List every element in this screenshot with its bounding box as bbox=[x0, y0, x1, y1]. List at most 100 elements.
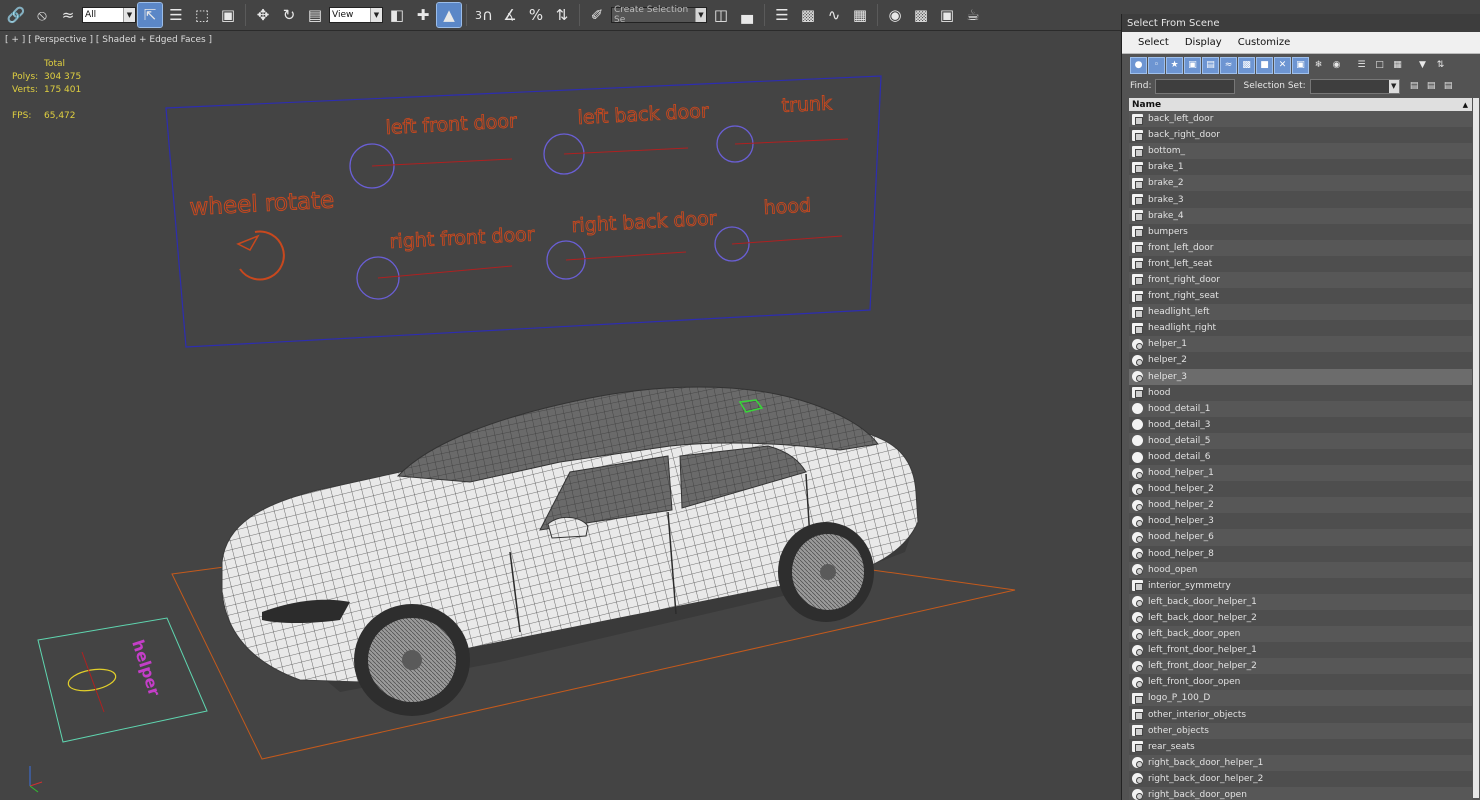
list-item[interactable]: right_back_door_helper_1 bbox=[1129, 754, 1472, 771]
reference-coordinate-dropdown[interactable]: View ▼ bbox=[329, 7, 383, 23]
graphite-ribbon-icon[interactable]: ▩ bbox=[796, 3, 820, 27]
move-icon[interactable]: ✥ bbox=[251, 3, 275, 27]
list-item[interactable]: hood_open bbox=[1129, 561, 1472, 578]
list-item[interactable]: headlight_left bbox=[1129, 304, 1472, 321]
selection-filter-dropdown[interactable]: All ▼ bbox=[82, 7, 136, 23]
list-item[interactable]: hood_detail_6 bbox=[1129, 448, 1472, 466]
display-helpers-icon[interactable]: ▤ bbox=[1202, 56, 1219, 74]
control-hood[interactable] bbox=[714, 226, 843, 262]
list-item[interactable]: helper_2 bbox=[1129, 352, 1472, 369]
list-scrollbar[interactable] bbox=[1473, 98, 1479, 798]
angle-snap-icon[interactable]: ∡ bbox=[498, 3, 522, 27]
layer-manager-icon[interactable]: ☰ bbox=[770, 3, 794, 27]
rotate-icon[interactable]: ↻ bbox=[277, 3, 301, 27]
curve-editor-icon[interactable]: ∿ bbox=[822, 3, 846, 27]
panel-title[interactable]: Select From Scene bbox=[1122, 14, 1480, 32]
list-item[interactable]: hood_helper_3 bbox=[1129, 513, 1472, 530]
list-item[interactable]: other_objects bbox=[1129, 722, 1472, 739]
scale-icon[interactable]: ▤ bbox=[303, 3, 327, 27]
material-editor-icon[interactable]: ◉ bbox=[883, 3, 907, 27]
link-icon[interactable]: 🔗 bbox=[4, 3, 28, 27]
snaps-toggle-icon[interactable]: 3 ∩ bbox=[472, 3, 496, 27]
create-selection-set-icon[interactable]: ▤ bbox=[1406, 78, 1423, 95]
display-lights-icon[interactable]: ★ bbox=[1166, 56, 1183, 74]
select-by-name-icon[interactable]: ☰ bbox=[164, 3, 188, 27]
spinner-snap-icon[interactable]: ⇅ bbox=[550, 3, 574, 27]
filter-icon[interactable]: ▼ bbox=[1414, 57, 1431, 74]
list-item[interactable]: hood_helper_2 bbox=[1129, 481, 1472, 498]
list-item[interactable]: rear_seats bbox=[1129, 738, 1472, 755]
list-item[interactable]: hood bbox=[1129, 384, 1472, 401]
menu-select[interactable]: Select bbox=[1122, 37, 1177, 48]
list-item[interactable]: hood_helper_6 bbox=[1129, 529, 1472, 546]
wheel-rotate-arrow-icon[interactable] bbox=[239, 230, 285, 281]
remove-from-selection-set-icon[interactable]: ▤ bbox=[1440, 78, 1457, 95]
display-all-icon[interactable]: ☰ bbox=[1353, 57, 1370, 74]
label-left-back-door[interactable]: left back door bbox=[577, 100, 710, 130]
perspective-viewport[interactable]: [ + ] [ Perspective ] [ Shaded + Edged F… bbox=[0, 32, 1120, 800]
list-item[interactable]: right_back_door_helper_2 bbox=[1129, 770, 1472, 787]
control-right-front-door[interactable] bbox=[356, 256, 513, 300]
mirror-icon[interactable]: ◫ bbox=[709, 3, 733, 27]
list-item[interactable]: bottom_ bbox=[1129, 143, 1472, 160]
label-hood[interactable]: hood bbox=[763, 194, 812, 219]
list-item[interactable]: front_left_seat bbox=[1129, 255, 1472, 272]
list-item[interactable]: bumpers bbox=[1129, 223, 1472, 240]
list-item[interactable]: hood_detail_3 bbox=[1129, 416, 1472, 433]
render-setup-icon[interactable]: ▩ bbox=[909, 3, 933, 27]
helper-card[interactable] bbox=[37, 617, 208, 743]
named-selection-set-dropdown[interactable]: Create Selection Se ▼ bbox=[611, 5, 707, 25]
display-geometry-icon[interactable]: ● bbox=[1130, 56, 1147, 74]
selection-set-dropdown[interactable]: ▼ bbox=[1309, 78, 1400, 94]
list-item[interactable]: interior_symmetry bbox=[1129, 577, 1472, 594]
list-item[interactable]: right_back_door_open bbox=[1129, 786, 1472, 800]
rendered-frame-window-icon[interactable]: ▣ bbox=[935, 3, 959, 27]
control-trunk[interactable] bbox=[716, 125, 849, 163]
label-wheel-rotate[interactable]: wheel rotate bbox=[188, 187, 335, 222]
menu-display[interactable]: Display bbox=[1177, 37, 1230, 48]
list-item[interactable]: brake_2 bbox=[1129, 175, 1472, 192]
control-left-back-door[interactable] bbox=[543, 133, 689, 175]
display-containers-icon[interactable]: ▣ bbox=[1292, 56, 1309, 74]
list-item[interactable]: front_left_door bbox=[1129, 239, 1472, 256]
label-trunk[interactable]: trunk bbox=[781, 92, 833, 118]
list-item[interactable]: left_back_door_helper_1 bbox=[1129, 593, 1472, 610]
label-left-front-door[interactable]: left front door bbox=[385, 110, 518, 140]
display-frozen-icon[interactable]: ❄ bbox=[1310, 57, 1327, 74]
list-item[interactable]: front_right_seat bbox=[1129, 288, 1472, 305]
list-item[interactable]: front_right_door bbox=[1129, 271, 1472, 289]
list-item[interactable]: brake_3 bbox=[1129, 191, 1472, 208]
list-item[interactable]: hood_helper_2 bbox=[1129, 497, 1472, 514]
display-cameras-icon[interactable]: ▣ bbox=[1184, 56, 1201, 74]
list-item[interactable]: logo_P_100_D bbox=[1129, 690, 1472, 707]
list-item[interactable]: left_front_door_helper_2 bbox=[1129, 658, 1472, 675]
display-none-icon[interactable]: □ bbox=[1371, 57, 1388, 74]
control-left-front-door[interactable] bbox=[349, 143, 513, 189]
list-item[interactable]: left_front_door_open bbox=[1129, 674, 1472, 691]
percent-snap-icon[interactable]: % bbox=[524, 3, 548, 27]
list-item[interactable]: left_back_door_open bbox=[1129, 626, 1472, 643]
render-production-icon[interactable]: ☕ bbox=[961, 3, 985, 27]
edit-named-selection-icon[interactable]: ✐ bbox=[585, 3, 609, 27]
find-input[interactable] bbox=[1155, 78, 1236, 94]
list-item[interactable]: helper_1 bbox=[1129, 336, 1472, 353]
pivot-center-icon[interactable]: ◧ bbox=[385, 3, 409, 27]
schematic-view-icon[interactable]: ▦ bbox=[848, 3, 872, 27]
display-space-warps-icon[interactable]: ≈ bbox=[1220, 56, 1237, 74]
list-item[interactable]: left_back_door_helper_2 bbox=[1129, 609, 1472, 626]
align-icon[interactable]: ▄ bbox=[735, 3, 759, 27]
add-to-selection-set-icon[interactable]: ▤ bbox=[1423, 78, 1440, 95]
label-right-back-door[interactable]: right back door bbox=[571, 207, 718, 237]
list-item[interactable]: headlight_right bbox=[1129, 320, 1472, 337]
display-hidden-icon[interactable]: ◉ bbox=[1328, 57, 1345, 74]
list-item[interactable]: hood_helper_1 bbox=[1129, 465, 1472, 482]
display-invert-icon[interactable]: ▦ bbox=[1389, 57, 1406, 74]
list-item[interactable]: other_interior_objects bbox=[1129, 706, 1472, 723]
display-bones-icon[interactable]: ✕ bbox=[1274, 56, 1291, 74]
list-item[interactable]: back_left_door bbox=[1129, 111, 1472, 128]
name-column-header[interactable]: Name ▲ bbox=[1129, 98, 1472, 111]
list-item[interactable]: left_front_door_helper_1 bbox=[1129, 642, 1472, 659]
list-item[interactable]: back_right_door bbox=[1129, 127, 1472, 144]
list-item[interactable]: brake_4 bbox=[1129, 207, 1472, 224]
unlink-icon[interactable]: ⦸ bbox=[30, 3, 54, 27]
